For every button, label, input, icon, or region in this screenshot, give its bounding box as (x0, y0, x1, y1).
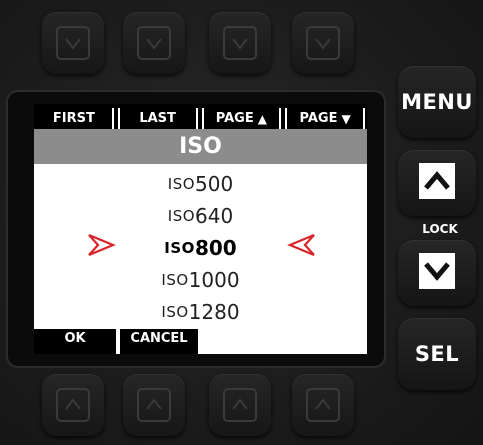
down-arrow-icon (417, 251, 457, 295)
iso-prefix: ISO (161, 271, 189, 289)
down-chevron-icon (137, 26, 171, 60)
iso-value: 500 (195, 172, 234, 196)
down-button[interactable] (398, 240, 476, 306)
bottom-softkey-4[interactable] (292, 374, 354, 436)
up-button[interactable] (398, 150, 476, 216)
ok-button-label: OK (64, 331, 86, 346)
softkey-page-down-label: PAGE (299, 111, 338, 126)
sel-button[interactable]: SEL (398, 318, 476, 390)
top-softkey-1[interactable] (42, 12, 104, 74)
up-chevron-icon (137, 388, 171, 422)
iso-prefix: ISO (164, 239, 195, 257)
down-chevron-icon (223, 26, 257, 60)
triangle-up-icon: ▲ (257, 111, 267, 126)
sel-button-label: SEL (414, 342, 460, 366)
iso-prefix: ISO (167, 175, 196, 193)
lock-label: LOCK (422, 222, 458, 236)
bottom-softkey-1[interactable] (42, 374, 104, 436)
list-item[interactable]: ISO 500 (34, 168, 367, 200)
up-chevron-icon (223, 388, 257, 422)
bottom-softkey-3[interactable] (209, 374, 271, 436)
lcd-screen: FIRST LAST PAGE ▲ PAGE ▼ ISO ISO 500 ISO 6… (34, 104, 367, 354)
triangle-down-icon: ▼ (341, 111, 351, 126)
iso-prefix: ISO (161, 303, 189, 321)
up-chevron-icon (306, 388, 340, 422)
cancel-button-label: CANCEL (130, 331, 188, 346)
list-item[interactable]: ISO 640 (34, 200, 367, 232)
up-chevron-icon (56, 388, 90, 422)
iso-value: 640 (195, 204, 234, 228)
list-item[interactable]: ISO 1000 (34, 264, 367, 296)
down-chevron-icon (56, 26, 90, 60)
iso-prefix: ISO (167, 207, 196, 225)
top-softkey-4[interactable] (292, 12, 354, 74)
down-chevron-icon (306, 26, 340, 60)
top-softkey-3[interactable] (209, 12, 271, 74)
softkey-first[interactable]: FIRST (36, 108, 114, 129)
menu-button[interactable]: MENU (398, 66, 476, 138)
bottom-softkey-bar: OK CANCEL (34, 329, 367, 354)
menu-button-label: MENU (401, 90, 473, 114)
softkey-page-down[interactable]: PAGE ▼ (285, 108, 365, 129)
list-item-selected[interactable]: ISO 800 (34, 232, 367, 264)
softkey-last[interactable]: LAST (117, 108, 198, 129)
ok-button[interactable]: OK (34, 329, 116, 354)
softkey-first-label: FIRST (52, 111, 95, 126)
iso-value: 1280 (188, 300, 240, 324)
selection-left-arrow-icon (86, 232, 116, 258)
iso-list: ISO 500 ISO 640 ISO 800 ISO 1000 ISO 1280 (34, 168, 367, 328)
top-softkey-bar: FIRST LAST PAGE ▲ PAGE ▼ (34, 104, 367, 129)
camera-control-panel: MENU LOCK SEL FIRST LAST PAGE ▲ PAGE ▼ I… (0, 0, 483, 445)
list-item[interactable]: ISO 1280 (34, 296, 367, 328)
iso-value: 1000 (188, 268, 240, 292)
softkey-last-label: LAST (139, 111, 176, 126)
top-softkey-2[interactable] (123, 12, 185, 74)
iso-value: 800 (194, 236, 237, 260)
up-arrow-icon (417, 161, 457, 205)
menu-title: ISO (34, 129, 367, 164)
softkey-page-up-label: PAGE (215, 111, 254, 126)
bottom-softkey-2[interactable] (123, 374, 185, 436)
selection-right-arrow-icon (287, 232, 317, 258)
softkey-page-up[interactable]: PAGE ▲ (201, 108, 282, 129)
cancel-button[interactable]: CANCEL (118, 329, 198, 354)
